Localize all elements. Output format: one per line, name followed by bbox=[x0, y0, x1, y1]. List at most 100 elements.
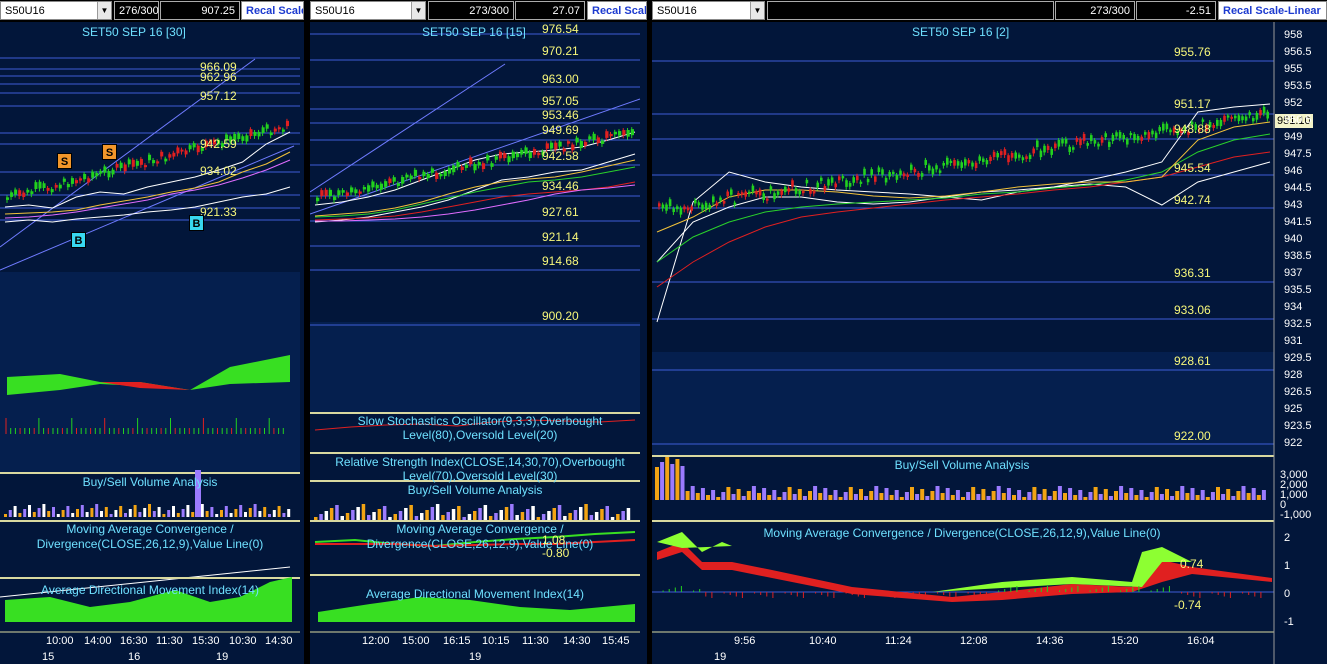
candle bbox=[1090, 135, 1093, 142]
candle bbox=[726, 191, 729, 197]
volume-bar bbox=[1103, 489, 1108, 500]
candle bbox=[160, 151, 164, 157]
volume-bar bbox=[526, 509, 530, 520]
candle bbox=[6, 197, 10, 200]
candle bbox=[537, 152, 541, 156]
candle bbox=[697, 202, 701, 206]
volume-bar bbox=[1216, 487, 1220, 500]
candle bbox=[780, 190, 783, 195]
volume-bar bbox=[721, 492, 726, 500]
volume-bar bbox=[762, 488, 767, 500]
candle bbox=[701, 204, 704, 210]
volume-bar bbox=[690, 486, 695, 500]
candle bbox=[119, 162, 123, 169]
volume-bar bbox=[589, 515, 594, 520]
volume-bar bbox=[1037, 494, 1042, 500]
volume-bar bbox=[563, 516, 567, 520]
candle bbox=[910, 164, 913, 170]
time-label: 10:40 bbox=[809, 635, 837, 647]
candle bbox=[520, 149, 524, 155]
candle bbox=[1036, 140, 1039, 148]
candle bbox=[384, 181, 388, 187]
chart-pane-2min[interactable]: S50U16 ▼ 273/300 -2.51 Recal Scale-Linea… bbox=[652, 0, 1327, 664]
volume-bar bbox=[152, 511, 156, 517]
volume-bar bbox=[229, 513, 233, 517]
time-label: 15:00 bbox=[402, 635, 430, 647]
candle bbox=[575, 137, 579, 143]
volume-bar bbox=[935, 486, 940, 500]
sell-signal-marker[interactable]: S bbox=[57, 153, 72, 169]
candle bbox=[50, 189, 54, 193]
bar-count: 273/300 bbox=[1055, 1, 1135, 20]
time-label: 12:00 bbox=[362, 635, 390, 647]
recal-scale-button[interactable]: Recal Scale-Linear bbox=[1218, 1, 1327, 20]
candle bbox=[1126, 138, 1129, 145]
pane-toolbar: S50U16 ▼ 276/300 907.25 Recal Scale bbox=[0, 0, 304, 22]
candle bbox=[388, 178, 392, 184]
candle bbox=[42, 183, 46, 188]
candle bbox=[762, 193, 765, 200]
candle bbox=[1064, 138, 1068, 144]
candle bbox=[447, 168, 452, 174]
volume-bar bbox=[772, 490, 777, 500]
chart-pane-30min[interactable]: S50U16 ▼ 276/300 907.25 Recal Scale SET5… bbox=[0, 0, 304, 664]
volume-bar bbox=[792, 494, 797, 500]
price-chart-30min[interactable] bbox=[0, 22, 304, 664]
price-axis-tick: 928 bbox=[1284, 369, 1303, 381]
recal-scale-button[interactable]: Recal Scale bbox=[587, 1, 647, 20]
candle bbox=[26, 189, 30, 193]
price-chart-2min[interactable] bbox=[652, 22, 1327, 664]
chart-pane-15min[interactable]: S50U16 ▼ 273/300 27.07 Recal Scale SET50… bbox=[310, 0, 647, 664]
candle bbox=[192, 143, 196, 148]
candle bbox=[967, 160, 971, 164]
time-label: 11:30 bbox=[156, 635, 183, 647]
candle bbox=[460, 166, 464, 171]
candle bbox=[661, 204, 665, 209]
buy-signal-marker[interactable]: B bbox=[71, 232, 86, 248]
candle bbox=[1133, 134, 1136, 141]
price-change: 907.25 bbox=[160, 1, 240, 20]
price-axis-tick: 935.5 bbox=[1284, 284, 1312, 296]
chevron-down-icon[interactable]: ▼ bbox=[411, 2, 425, 19]
volume-bar bbox=[1231, 496, 1236, 500]
chart-title: SET50 SEP 16 [2] bbox=[912, 25, 1010, 39]
volume-bar bbox=[47, 511, 51, 517]
volume-bar bbox=[594, 512, 599, 520]
volume-bar bbox=[37, 508, 41, 517]
candle bbox=[486, 155, 490, 161]
candle bbox=[30, 191, 34, 195]
sell-signal-marker[interactable]: S bbox=[102, 144, 117, 160]
chevron-down-icon[interactable]: ▼ bbox=[750, 2, 764, 19]
volume-bar bbox=[945, 488, 950, 500]
recal-scale-button[interactable]: Recal Scale bbox=[241, 1, 304, 20]
volume-bar bbox=[1185, 493, 1190, 500]
volume-bar bbox=[483, 505, 488, 520]
candle bbox=[22, 192, 26, 198]
volume-bar bbox=[56, 514, 60, 517]
volume-bar bbox=[685, 491, 690, 500]
chart-title: SET50 SEP 16 [15] bbox=[422, 25, 526, 39]
buy-signal-marker[interactable]: B bbox=[189, 215, 204, 231]
candle bbox=[269, 132, 273, 136]
panel-divider bbox=[0, 577, 300, 579]
symbol-select[interactable]: S50U16 ▼ bbox=[652, 1, 765, 20]
candle bbox=[1219, 119, 1223, 127]
volume-bar bbox=[128, 509, 132, 517]
volume-bar bbox=[950, 495, 955, 500]
candle bbox=[87, 178, 91, 183]
candle bbox=[152, 160, 156, 164]
price-label: 921.33 bbox=[200, 205, 237, 219]
candle bbox=[1079, 138, 1082, 146]
symbol-select[interactable]: S50U16 ▼ bbox=[0, 1, 112, 20]
symbol-select[interactable]: S50U16 ▼ bbox=[310, 1, 426, 20]
price-chart-15min[interactable] bbox=[310, 22, 647, 664]
volume-bar bbox=[1134, 495, 1139, 500]
candle bbox=[261, 127, 265, 133]
chevron-down-icon[interactable]: ▼ bbox=[97, 2, 111, 19]
candle bbox=[881, 169, 884, 175]
candle bbox=[758, 189, 762, 196]
candle bbox=[751, 185, 755, 192]
candle bbox=[592, 133, 596, 140]
candle bbox=[54, 184, 58, 188]
volume-bar bbox=[843, 492, 848, 500]
